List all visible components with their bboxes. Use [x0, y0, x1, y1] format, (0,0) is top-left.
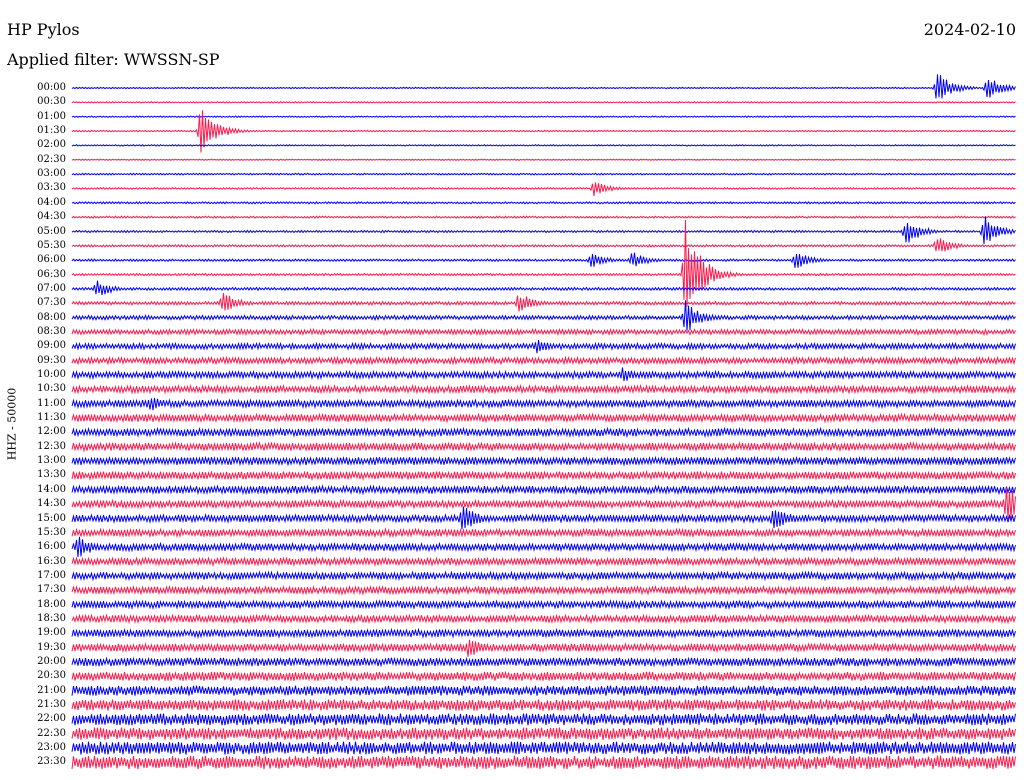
trace-line — [71, 219, 1016, 307]
trace-line — [71, 182, 1016, 196]
trace-line — [71, 355, 1016, 366]
trace-line — [71, 455, 1016, 467]
trace-line — [71, 172, 1016, 176]
trace-line — [71, 397, 1016, 411]
trace-line — [71, 101, 1016, 104]
trace-line — [71, 252, 1016, 268]
trace-line — [71, 527, 1016, 539]
trace-line — [71, 238, 1016, 252]
trace-line — [71, 727, 1016, 740]
trace-line — [71, 216, 1016, 245]
trace-line — [71, 426, 1016, 439]
trace-line — [71, 639, 1016, 657]
trace-line — [71, 469, 1016, 482]
trace-line — [71, 570, 1016, 582]
trace-line — [71, 280, 1016, 295]
trace-line — [71, 200, 1016, 205]
trace-line — [71, 367, 1016, 381]
trace-line — [71, 536, 1016, 557]
trace-line — [71, 484, 1016, 496]
trace-line — [71, 670, 1016, 682]
trace-line — [71, 215, 1016, 219]
trace-line — [71, 412, 1016, 424]
trace-line — [71, 115, 1016, 119]
seismogram-plot — [71, 74, 1016, 770]
trace-line — [71, 300, 1016, 331]
trace-line — [71, 327, 1016, 337]
trace-line — [71, 699, 1016, 711]
trace-line — [71, 158, 1016, 162]
trace-line — [71, 755, 1016, 770]
trace-line — [71, 627, 1016, 639]
trace-line — [71, 383, 1016, 395]
trace-line — [71, 584, 1016, 596]
trace-line — [71, 293, 1016, 312]
trace-line — [71, 340, 1016, 354]
trace-line — [71, 599, 1016, 611]
trace-line — [71, 440, 1016, 453]
trace-line — [71, 144, 1016, 147]
trace-line — [71, 741, 1016, 755]
trace-line — [71, 685, 1016, 697]
trace-line — [71, 74, 1016, 99]
trace-line — [71, 555, 1016, 568]
trace-line — [71, 656, 1016, 668]
trace-line — [71, 613, 1016, 625]
trace-line — [71, 506, 1016, 530]
trace-line — [71, 713, 1016, 726]
